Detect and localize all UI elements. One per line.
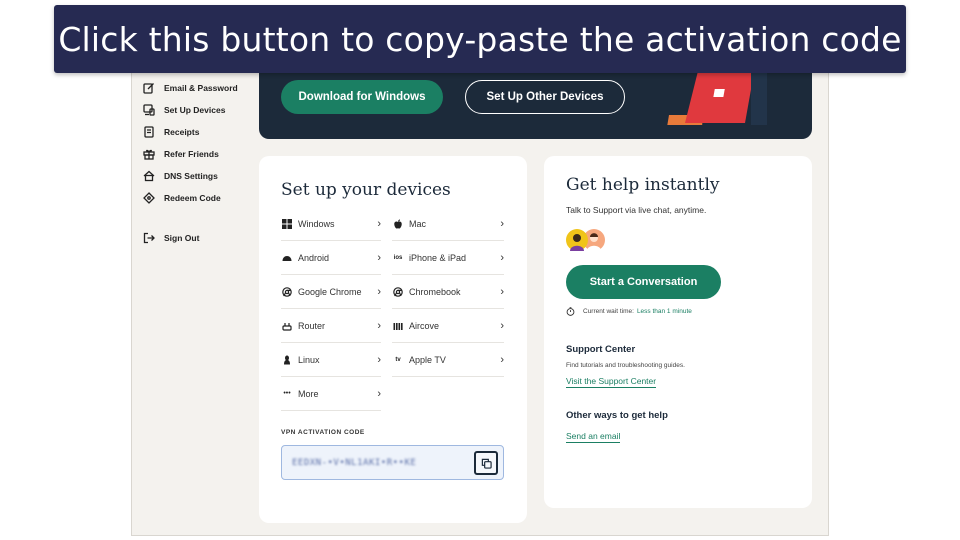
start-conversation-button[interactable]: Start a Conversation — [566, 265, 721, 299]
device-label: Google Chrome — [298, 286, 362, 297]
ios-icon: ios — [393, 254, 403, 261]
chevron-right-icon: › — [500, 353, 504, 366]
tag-icon — [142, 191, 156, 205]
wait-time: Current wait time: Less than 1 minute — [566, 307, 692, 316]
support-center-title: Support Center — [566, 344, 636, 355]
other-ways-title: Other ways to get help — [566, 410, 668, 421]
sidebar-item-set-up-devices[interactable]: Set Up Devices — [142, 99, 262, 121]
device-label: Windows — [298, 218, 335, 229]
chevron-right-icon: › — [377, 319, 381, 332]
device-chromebook[interactable]: Chromebook › — [392, 275, 504, 309]
set-up-other-devices-button[interactable]: Set Up Other Devices — [465, 80, 625, 114]
device-windows[interactable]: Windows › — [281, 207, 381, 241]
sidebar-item-redeem-code[interactable]: Redeem Code — [142, 187, 262, 209]
linux-icon — [281, 354, 293, 366]
receipt-icon — [142, 125, 156, 139]
more-icon: ••• — [283, 390, 291, 397]
aircove-icon — [392, 320, 404, 332]
device-label: Mac — [409, 218, 427, 229]
sidebar-item-label: DNS Settings — [164, 171, 218, 181]
chromebook-icon — [392, 286, 404, 298]
device-label: Android — [298, 252, 330, 263]
device-mac[interactable]: Mac › — [392, 207, 504, 241]
device-google-chrome[interactable]: Google Chrome › — [281, 275, 381, 309]
sign-out-icon — [142, 231, 156, 245]
wait-time-value: Less than 1 minute — [636, 308, 692, 315]
activation-code-label: VPN ACTIVATION CODE — [281, 429, 365, 436]
chevron-right-icon: › — [500, 251, 504, 264]
help-subtitle: Talk to Support via live chat, anytime. — [566, 205, 707, 215]
copy-icon — [481, 458, 492, 469]
devices-title: Set up your devices — [281, 180, 451, 200]
support-avatars — [566, 229, 605, 251]
router-icon — [281, 320, 293, 332]
device-label: Router — [298, 320, 326, 331]
chevron-right-icon: › — [377, 285, 381, 298]
sidebar-item-label: Receipts — [164, 127, 200, 137]
chevron-right-icon: › — [500, 217, 504, 230]
device-label: More — [298, 388, 319, 399]
sidebar-item-label: Email & Password — [164, 83, 238, 93]
devices-card: Set up your devices Windows › Mac › Andr… — [259, 156, 527, 523]
apple-tv-icon: tv — [395, 356, 401, 363]
laptop-illustration — [667, 65, 767, 125]
chevron-right-icon: › — [500, 285, 504, 298]
devices-icon — [142, 103, 156, 117]
timer-icon — [566, 307, 575, 316]
device-linux[interactable]: Linux › — [281, 343, 381, 377]
devices-grid: Windows › Mac › Android › ios iPhone & i… — [281, 207, 504, 411]
sidebar-item-label: Set Up Devices — [164, 105, 226, 115]
sidebar-item-email-password[interactable]: Email & Password — [142, 77, 262, 99]
dns-icon — [142, 169, 156, 183]
sidebar-item-refer-friends[interactable]: Refer Friends — [142, 143, 262, 165]
stage: Email & Password Set Up Devices Receipts… — [0, 0, 960, 540]
copy-code-button[interactable] — [474, 451, 498, 475]
device-label: Linux — [298, 354, 320, 365]
android-icon — [281, 252, 293, 264]
download-for-windows-button[interactable]: Download for Windows — [281, 80, 443, 114]
activation-code-value: EEDXN-•V•NL1AKI•R••KE — [292, 457, 417, 468]
chevron-right-icon: › — [377, 251, 381, 264]
sidebar-item-label: Sign Out — [164, 233, 200, 243]
chevron-right-icon: › — [500, 319, 504, 332]
visit-support-center-link[interactable]: Visit the Support Center — [566, 376, 657, 388]
device-aircove[interactable]: Aircove › — [392, 309, 504, 343]
device-label: iPhone & iPad — [409, 252, 467, 263]
device-iphone-ipad[interactable]: ios iPhone & iPad › — [392, 241, 504, 275]
chevron-right-icon: › — [377, 387, 381, 400]
device-more[interactable]: ••• More › — [281, 377, 381, 411]
sidebar-item-label: Refer Friends — [164, 149, 219, 159]
chevron-right-icon: › — [377, 217, 381, 230]
grid-empty-cell — [392, 377, 504, 411]
sidebar: Email & Password Set Up Devices Receipts… — [142, 77, 262, 249]
wait-time-label: Current wait time: — [583, 308, 634, 315]
screenshot-frame: Email & Password Set Up Devices Receipts… — [131, 60, 829, 536]
sidebar-item-sign-out[interactable]: Sign Out — [142, 227, 262, 249]
sidebar-item-receipts[interactable]: Receipts — [142, 121, 262, 143]
device-android[interactable]: Android › — [281, 241, 381, 275]
activation-code-field[interactable]: EEDXN-•V•NL1AKI•R••KE — [281, 445, 504, 480]
device-router[interactable]: Router › — [281, 309, 381, 343]
sidebar-item-label: Redeem Code — [164, 193, 221, 203]
chrome-icon — [281, 286, 293, 298]
windows-icon — [281, 218, 293, 230]
instruction-caption: Click this button to copy-paste the acti… — [54, 5, 906, 73]
sidebar-item-dns-settings[interactable]: DNS Settings — [142, 165, 262, 187]
gift-icon — [142, 147, 156, 161]
device-label: Chromebook — [409, 286, 461, 297]
support-agent-avatar — [566, 229, 588, 251]
send-email-link[interactable]: Send an email — [566, 431, 621, 443]
edit-icon — [142, 81, 156, 95]
help-title: Get help instantly — [566, 175, 720, 195]
device-apple-tv[interactable]: tv Apple TV › — [392, 343, 504, 377]
support-center-subtitle: Find tutorials and troubleshooting guide… — [566, 362, 685, 369]
device-label: Aircove — [409, 320, 440, 331]
device-label: Apple TV — [409, 354, 446, 365]
help-card: Get help instantly Talk to Support via l… — [544, 156, 812, 508]
chevron-right-icon: › — [377, 353, 381, 366]
apple-icon — [392, 218, 404, 230]
